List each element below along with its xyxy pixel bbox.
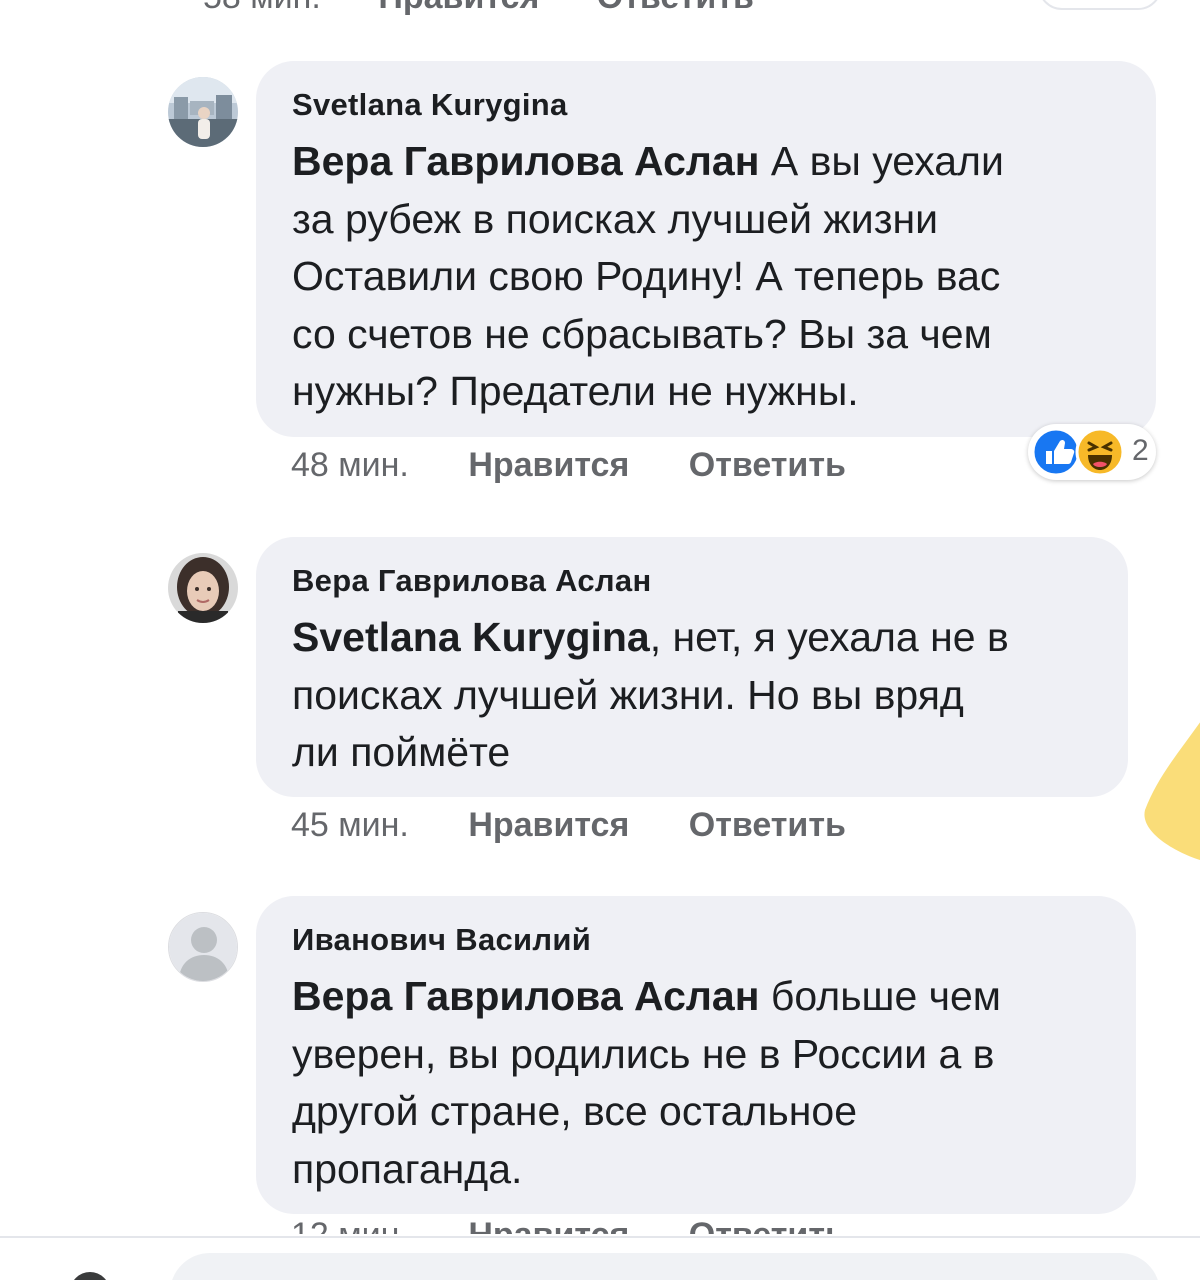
comments-thread: 58 мин. Нравится Ответить Svetlana Kuryg… — [0, 0, 1200, 1280]
previous-reactions-pill[interactable] — [1038, 0, 1162, 10]
like-icon — [1031, 427, 1081, 477]
comment-time[interactable]: 12 мин. — [291, 1220, 409, 1234]
comment-composer-input[interactable] — [170, 1253, 1160, 1280]
comment-mention[interactable]: Вера Гаврилова Аслан — [292, 973, 760, 1019]
highlighter-mark-icon — [1144, 722, 1200, 860]
avatar[interactable] — [168, 77, 238, 147]
previous-comment-actions: 58 мин. Нравится Ответить — [203, 0, 802, 17]
haha-icon — [1075, 427, 1125, 477]
avatar[interactable] — [168, 553, 238, 623]
composer-divider — [0, 1236, 1200, 1238]
comment-text: Вера Гаврилова Аслан А вы уехали за рубе… — [292, 133, 1120, 421]
avatar-photo-icon — [168, 553, 238, 623]
comment-author[interactable]: Вера Гаврилова Аслан — [292, 559, 1092, 603]
comment-bubble[interactable]: Вера Гаврилова Аслан Svetlana Kurygina, … — [256, 537, 1128, 797]
reply-button[interactable]: Ответить — [689, 1220, 846, 1234]
comment-mention[interactable]: Svetlana Kurygina — [292, 614, 650, 660]
reaction-icons — [1031, 427, 1125, 477]
comment-mention[interactable]: Вера Гаврилова Аслан — [292, 138, 760, 184]
comment-author[interactable]: Иванович Василий — [292, 918, 1100, 962]
reply-button[interactable]: Ответить — [689, 806, 846, 844]
comment-bubble[interactable]: Иванович Василий Вера Гаврилова Аслан бо… — [256, 896, 1136, 1214]
like-button[interactable]: Нравится — [468, 446, 629, 484]
like-button[interactable]: Нравится — [468, 1220, 629, 1234]
composer-avatar[interactable] — [70, 1272, 110, 1280]
previous-like-button[interactable]: Нравится — [378, 0, 539, 16]
comment-text: Вера Гаврилова Аслан больше чем уверен, … — [292, 968, 1100, 1198]
reply-button[interactable]: Ответить — [689, 446, 846, 484]
comment-time[interactable]: 48 мин. — [291, 446, 409, 484]
comment-actions: 12 мин. Нравится Ответить — [291, 1220, 991, 1234]
comment-actions: 45 мин. Нравится Ответить — [291, 806, 846, 845]
previous-comment-time: 58 мин. — [203, 0, 321, 16]
reactions-summary[interactable]: 2 — [1028, 424, 1156, 480]
default-avatar-icon — [169, 913, 237, 981]
avatar-photo-icon — [168, 77, 238, 147]
comment-text: Svetlana Kurygina, нет, я уехала не в по… — [292, 609, 1092, 782]
avatar[interactable] — [168, 912, 238, 982]
comment-bubble[interactable]: Svetlana Kurygina Вера Гаврилова Аслан А… — [256, 61, 1156, 437]
comment-author[interactable]: Svetlana Kurygina — [292, 83, 1120, 127]
like-button[interactable]: Нравится — [468, 806, 629, 844]
previous-reply-button[interactable]: Ответить — [597, 0, 754, 16]
comment-time[interactable]: 45 мин. — [291, 806, 409, 844]
reaction-count: 2 — [1132, 434, 1149, 467]
comment-actions: 48 мин. Нравится Ответить — [291, 446, 846, 485]
